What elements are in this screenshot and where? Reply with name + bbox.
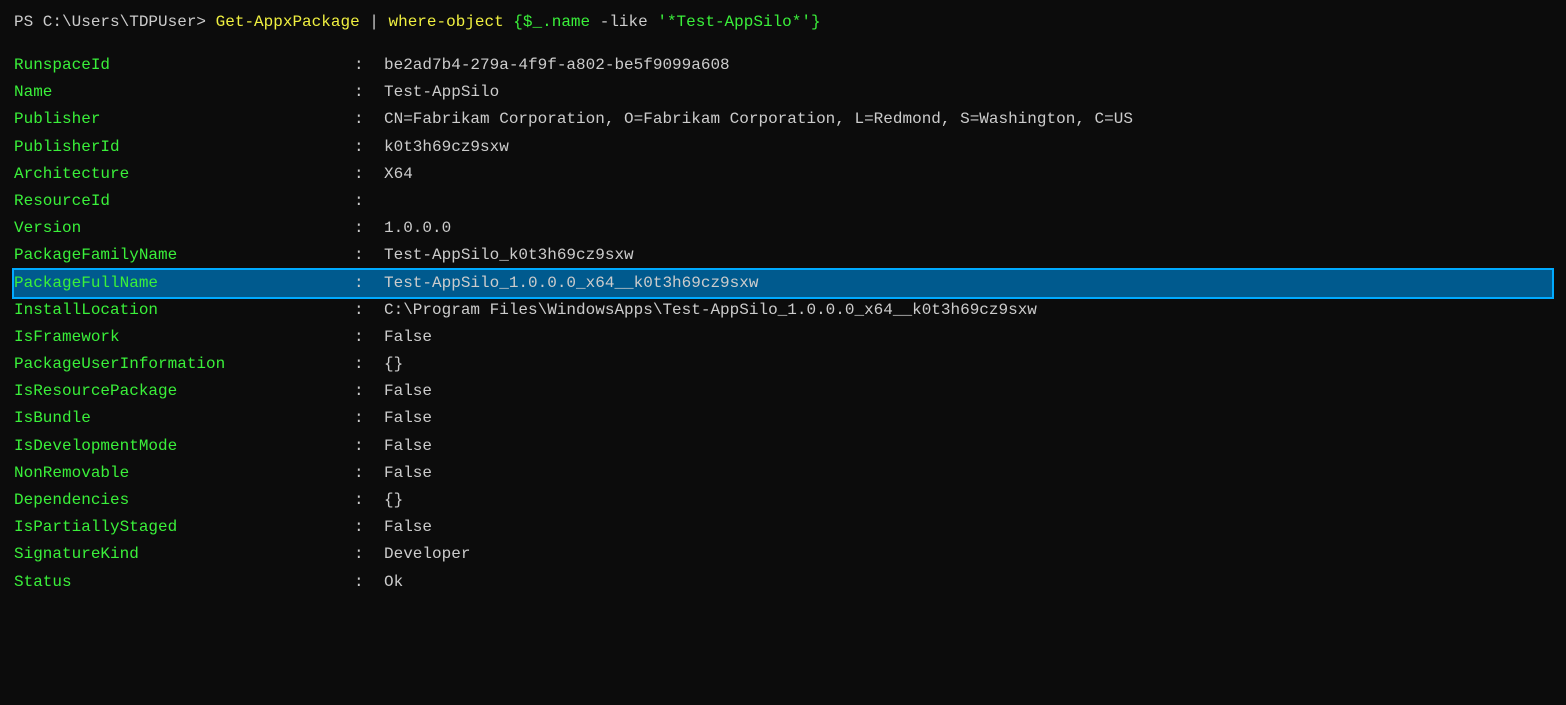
prop-colon: : [354, 514, 384, 541]
table-row: Version : 1.0.0.0 [14, 215, 1552, 242]
prop-colon: : [354, 324, 384, 351]
prop-value: {} [384, 487, 1552, 514]
prop-name: Version [14, 215, 354, 242]
cmd-operator: -like [590, 10, 657, 34]
prop-value: C:\Program Files\WindowsApps\Test-AppSil… [384, 297, 1552, 324]
prop-colon: : [354, 215, 384, 242]
table-row: PackageFullName : Test-AppSilo_1.0.0.0_x… [14, 270, 1552, 297]
table-row: Architecture : X64 [14, 161, 1552, 188]
prop-value: Test-AppSilo_1.0.0.0_x64__k0t3h69cz9sxw [384, 270, 1552, 297]
prop-value: {} [384, 351, 1552, 378]
prop-name: InstallLocation [14, 297, 354, 324]
prop-name: IsBundle [14, 405, 354, 432]
prop-value: False [384, 433, 1552, 460]
prop-value: Test-AppSilo_k0t3h69cz9sxw [384, 242, 1552, 269]
prop-name: IsPartiallyStaged [14, 514, 354, 541]
prop-name: Dependencies [14, 487, 354, 514]
prop-name: PublisherId [14, 134, 354, 161]
prop-name: IsFramework [14, 324, 354, 351]
prompt: PS C:\Users\TDPUser> [14, 10, 216, 34]
prop-name: IsDevelopmentMode [14, 433, 354, 460]
prop-colon: : [354, 188, 384, 215]
prop-value: X64 [384, 161, 1552, 188]
prop-name: PackageFullName [14, 270, 354, 297]
prop-value: be2ad7b4-279a-4f9f-a802-be5f9099a608 [384, 52, 1552, 79]
cmd-brace-close: } [811, 10, 821, 34]
prop-name: PackageUserInformation [14, 351, 354, 378]
table-row: InstallLocation : C:\Program Files\Windo… [14, 297, 1552, 324]
table-row: SignatureKind : Developer [14, 541, 1552, 568]
prop-value: False [384, 460, 1552, 487]
table-row: IsFramework : False [14, 324, 1552, 351]
table-row: IsBundle : False [14, 405, 1552, 432]
prop-value: Developer [384, 541, 1552, 568]
prop-colon: : [354, 541, 384, 568]
prop-value: 1.0.0.0 [384, 215, 1552, 242]
cmd-dollar-var: $_ [523, 10, 542, 34]
table-row: RunspaceId : be2ad7b4-279a-4f9f-a802-be5… [14, 52, 1552, 79]
prop-colon: : [354, 460, 384, 487]
prop-colon: : [354, 569, 384, 596]
prop-name: Architecture [14, 161, 354, 188]
table-row: IsResourcePackage : False [14, 378, 1552, 405]
prop-name: Name [14, 79, 354, 106]
prop-colon: : [354, 52, 384, 79]
cmd-brace-open: { [504, 10, 523, 34]
prop-colon: : [354, 242, 384, 269]
prop-value: False [384, 378, 1552, 405]
prop-value: Ok [384, 569, 1552, 596]
command-line: PS C:\Users\TDPUser> Get-AppxPackage | w… [14, 10, 1552, 34]
prop-name: Publisher [14, 106, 354, 133]
prop-value: False [384, 514, 1552, 541]
table-row: Name : Test-AppSilo [14, 79, 1552, 106]
table-row: NonRemovable : False [14, 460, 1552, 487]
cmd-filter-string: '*Test-AppSilo*' [657, 10, 811, 34]
table-row: Dependencies : {} [14, 487, 1552, 514]
table-row: IsPartiallyStaged : False [14, 514, 1552, 541]
prop-value: k0t3h69cz9sxw [384, 134, 1552, 161]
prop-name: PackageFamilyName [14, 242, 354, 269]
cmd-get-appxpackage: Get-AppxPackage [216, 10, 360, 34]
prop-colon: : [354, 378, 384, 405]
prop-colon: : [354, 106, 384, 133]
prop-colon: : [354, 297, 384, 324]
prop-colon: : [354, 134, 384, 161]
prop-colon: : [354, 405, 384, 432]
prop-value: Test-AppSilo [384, 79, 1552, 106]
properties-table: RunspaceId : be2ad7b4-279a-4f9f-a802-be5… [14, 52, 1552, 596]
prop-colon: : [354, 270, 384, 297]
prop-name: RunspaceId [14, 52, 354, 79]
terminal-window: PS C:\Users\TDPUser> Get-AppxPackage | w… [14, 10, 1552, 596]
prop-name: IsResourcePackage [14, 378, 354, 405]
prop-value: False [384, 324, 1552, 351]
prop-name: ResourceId [14, 188, 354, 215]
table-row: PackageFamilyName : Test-AppSilo_k0t3h69… [14, 242, 1552, 269]
table-row: Publisher : CN=Fabrikam Corporation, O=F… [14, 106, 1552, 133]
table-row: Status : Ok [14, 569, 1552, 596]
cmd-where-object: where-object [388, 10, 503, 34]
cmd-pipe: | [360, 10, 389, 34]
table-row: PackageUserInformation : {} [14, 351, 1552, 378]
prop-value [384, 188, 1552, 215]
prop-colon: : [354, 79, 384, 106]
table-row: IsDevelopmentMode : False [14, 433, 1552, 460]
cmd-dot-name: .name [542, 10, 590, 34]
prop-colon: : [354, 433, 384, 460]
prop-colon: : [354, 161, 384, 188]
prop-value: False [384, 405, 1552, 432]
prop-name: Status [14, 569, 354, 596]
table-row: PublisherId : k0t3h69cz9sxw [14, 134, 1552, 161]
prop-value: CN=Fabrikam Corporation, O=Fabrikam Corp… [384, 106, 1552, 133]
prop-name: NonRemovable [14, 460, 354, 487]
prop-name: SignatureKind [14, 541, 354, 568]
table-row: ResourceId : [14, 188, 1552, 215]
prop-colon: : [354, 351, 384, 378]
prop-colon: : [354, 487, 384, 514]
